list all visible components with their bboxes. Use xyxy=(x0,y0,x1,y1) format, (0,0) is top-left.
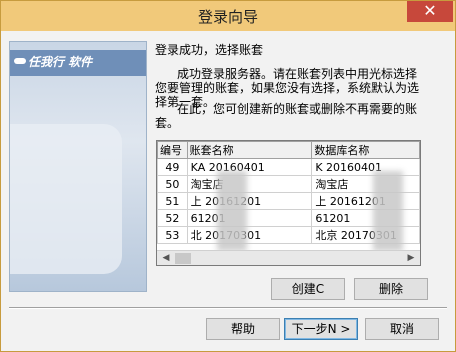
row-id: 52 xyxy=(157,209,188,227)
scroll-left-icon[interactable]: ◀ xyxy=(159,251,173,265)
cancel-button[interactable]: 取消 xyxy=(365,318,439,340)
create-button[interactable]: 创建C xyxy=(271,278,345,300)
row-name: 淘宝店 xyxy=(186,175,313,193)
close-button[interactable]: ✕ xyxy=(407,1,453,22)
title-bar: 登录向导 ✕ xyxy=(1,1,455,31)
row-name: 上 20161201 xyxy=(186,192,313,210)
table-header-row: 编号 账套名称 数据库名称 xyxy=(157,141,420,159)
row-db: 61201 xyxy=(311,209,420,227)
row-id: 49 xyxy=(157,158,188,176)
scroll-right-icon[interactable]: ▶ xyxy=(404,251,418,265)
column-header-db[interactable]: 数据库名称 xyxy=(311,141,420,159)
row-db: 北京 20170301 xyxy=(311,226,420,244)
row-name: 61201 xyxy=(186,209,313,227)
side-banner: 任我行 软件 xyxy=(9,41,147,292)
row-id: 53 xyxy=(157,226,188,244)
footer-divider xyxy=(9,307,447,309)
scroll-thumb[interactable] xyxy=(175,253,191,264)
row-id: 50 xyxy=(157,175,188,193)
instruction-text-2: 在此，您可创建新的账套或删除不再需要的账套。 xyxy=(155,102,418,130)
row-name: 北 20170301 xyxy=(186,226,313,244)
window-title: 登录向导 xyxy=(197,8,258,26)
row-db: K 20160401 xyxy=(311,158,420,176)
row-name: KA 20160401 xyxy=(186,158,313,176)
logo-text: 任我行 软件 xyxy=(28,55,93,69)
delete-button[interactable]: 删除 xyxy=(354,278,428,300)
account-set-grid[interactable]: 编号 账套名称 数据库名称 49 KA 20160401 K 20160401 … xyxy=(156,140,421,266)
phone-illustration xyxy=(10,124,122,274)
row-id: 51 xyxy=(157,192,188,210)
next-button[interactable]: 下一步N > xyxy=(284,318,358,340)
row-db: 淘宝店 xyxy=(311,175,420,193)
column-header-id[interactable]: 编号 xyxy=(157,141,188,159)
logo-icon xyxy=(14,58,26,64)
horizontal-scrollbar[interactable]: ◀ ▶ xyxy=(157,250,420,265)
login-wizard-window: 登录向导 ✕ 任我行 软件 登录成功，选择账套 成功登录服务器。请在账套列表中用… xyxy=(0,0,456,352)
privacy-blur xyxy=(373,171,403,251)
row-db: 上 20161201 xyxy=(311,192,420,210)
column-header-name[interactable]: 账套名称 xyxy=(186,141,313,159)
page-heading: 登录成功，选择账套 xyxy=(155,43,264,57)
privacy-blur xyxy=(217,171,247,251)
help-button[interactable]: 帮助 xyxy=(206,318,280,340)
